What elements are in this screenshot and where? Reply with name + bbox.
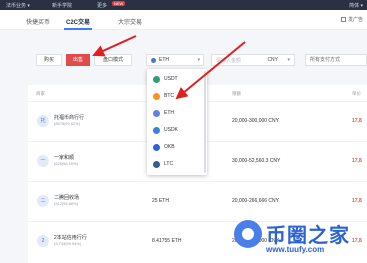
watermark: 币圈之家 www.tuufy.com [234, 216, 364, 262]
watermark-logo-icon [234, 220, 262, 248]
arrow-to-eth-option [175, 41, 246, 100]
arrow-to-sell [92, 35, 137, 57]
watermark-title: 币圈之家 [266, 225, 350, 247]
watermark-url: www.tuufy.com [266, 245, 325, 254]
